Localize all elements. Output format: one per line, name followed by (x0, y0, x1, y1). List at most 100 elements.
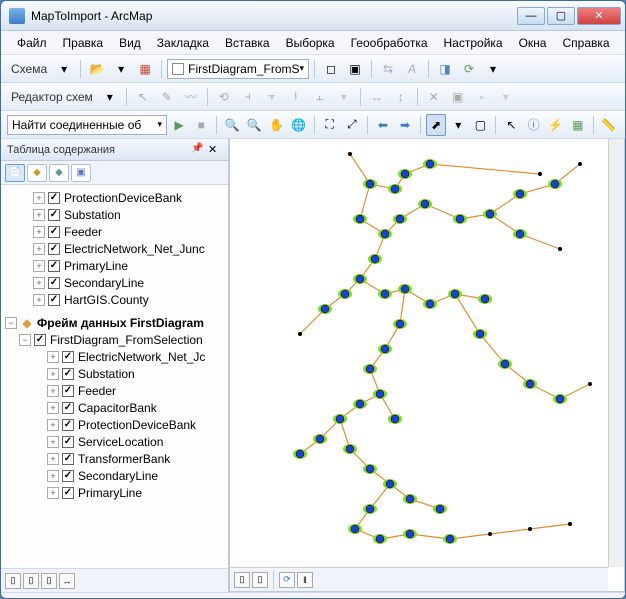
close-toc-icon[interactable]: ✕ (208, 143, 222, 157)
toc-tab-source[interactable]: ◆ (27, 164, 47, 182)
close-button[interactable]: ✕ (577, 7, 621, 25)
next-extent-icon[interactable]: ➡ (395, 114, 415, 136)
menu-geoprocessing[interactable]: Геообработка (343, 33, 436, 53)
menu-bookmarks[interactable]: Закладка (149, 33, 217, 53)
toc-tab-visibility[interactable]: ◆ (49, 164, 69, 182)
identify-icon[interactable]: ⓘ (524, 114, 544, 136)
expand-icon[interactable]: + (47, 419, 59, 431)
layer-checkbox[interactable] (62, 368, 74, 380)
toc-tab-selection[interactable]: ▣ (71, 164, 91, 182)
editor-dropdown-icon[interactable]: ▾ (99, 86, 121, 108)
layer-checkbox[interactable] (48, 294, 60, 306)
expand-icon[interactable]: + (47, 453, 59, 465)
expand-icon[interactable]: + (47, 385, 59, 397)
layer-checkbox[interactable] (62, 385, 74, 397)
group-icon[interactable]: ▣ (447, 86, 469, 108)
menu-selection[interactable]: Выборка (278, 33, 343, 53)
measure-icon[interactable]: 📏 (599, 114, 619, 136)
layout-view-button[interactable]: ▯ (252, 572, 268, 588)
align-center-icon[interactable]: ⫟ (261, 86, 283, 108)
html-popup-icon[interactable]: ▦ (568, 114, 588, 136)
expand-icon[interactable]: + (33, 260, 45, 272)
layer-checkbox[interactable] (48, 277, 60, 289)
layer-checkbox[interactable] (62, 436, 74, 448)
align-top-icon[interactable]: ⫠ (309, 86, 331, 108)
collapse-icon[interactable]: − (5, 317, 17, 329)
menu-view[interactable]: Вид (111, 33, 149, 53)
select-dropdown-icon[interactable]: ▾ (448, 114, 468, 136)
pin-icon[interactable]: 📌 (191, 143, 205, 157)
expand-icon[interactable]: + (33, 243, 45, 255)
propagate-icon[interactable]: ⇆ (377, 58, 399, 80)
expand-icon[interactable]: + (47, 436, 59, 448)
diagram-select[interactable]: FirstDiagram_FromS ▾ (167, 59, 309, 79)
tree-layout-icon[interactable]: ◨ (434, 58, 456, 80)
footer-btn-a[interactable]: ▯ (5, 573, 21, 589)
layer-checkbox[interactable] (48, 192, 60, 204)
find-connected-select[interactable]: Найти соединенные об ▾ (7, 115, 167, 135)
update-diagram-icon[interactable]: ▣ (344, 58, 366, 80)
map-canvas[interactable]: ▯ ▯ ⟳ ‖ (229, 139, 625, 592)
distribute-v-icon[interactable]: ↕ (390, 86, 412, 108)
more-down-icon[interactable]: ▾ (495, 86, 517, 108)
layer-checkbox[interactable] (62, 419, 74, 431)
refresh-icon[interactable]: ⟳ (458, 58, 480, 80)
map-view[interactable]: ▯ ▯ ⟳ ‖ (229, 139, 625, 592)
expand-icon[interactable]: + (33, 226, 45, 238)
rotate-icon[interactable]: ⟲ (213, 86, 235, 108)
menu-edit[interactable]: Правка (55, 33, 112, 53)
align-left-icon[interactable]: ⫞ (237, 86, 259, 108)
fixed-zoom-out-icon[interactable]: ⤢ (342, 114, 362, 136)
layer-checkbox[interactable] (48, 260, 60, 272)
layer-checkbox[interactable] (62, 470, 74, 482)
pan-icon[interactable]: ✋ (266, 114, 286, 136)
expand-icon[interactable]: + (33, 294, 45, 306)
distribute-h-icon[interactable]: ↔ (366, 86, 388, 108)
expand-icon[interactable]: + (47, 402, 59, 414)
open-icon[interactable]: 📂 (86, 58, 108, 80)
stop-icon[interactable]: ■ (191, 114, 211, 136)
maximize-button[interactable]: ▢ (547, 7, 575, 25)
zoom-out-icon[interactable]: 🔍 (244, 114, 264, 136)
zoom-in-icon[interactable]: 🔍 (222, 114, 242, 136)
footer-btn-d[interactable]: ↔ (59, 573, 75, 589)
expand-icon[interactable]: + (33, 209, 45, 221)
align-down-icon[interactable]: ▾ (333, 86, 355, 108)
layer-checkbox[interactable] (48, 209, 60, 221)
layer-checkbox[interactable] (62, 487, 74, 499)
hyperlink-icon[interactable]: ⚡ (546, 114, 566, 136)
layers-icon[interactable]: ▦ (134, 58, 156, 80)
menu-help[interactable]: Справка (554, 33, 617, 53)
collapse-icon[interactable]: − (19, 334, 31, 346)
layer-checkbox[interactable] (48, 243, 60, 255)
move-icon[interactable]: ↖ (132, 86, 154, 108)
layer-checkbox[interactable] (48, 226, 60, 238)
expand-icon[interactable]: + (33, 192, 45, 204)
pause-drawing-button[interactable]: ‖ (297, 572, 313, 588)
clear-selection-icon[interactable]: ▢ (470, 114, 490, 136)
menu-file[interactable]: Файл (9, 33, 55, 53)
layer-tree[interactable]: +ProtectionDeviceBank +Substation +Feede… (1, 185, 228, 568)
toc-tab-drawing-order[interactable]: 📄 (5, 164, 25, 182)
menu-windows[interactable]: Окна (511, 33, 555, 53)
new-diagram-icon[interactable]: ◻ (320, 58, 342, 80)
schema-dropdown-icon[interactable]: ▾ (53, 58, 75, 80)
expand-icon[interactable]: + (47, 368, 59, 380)
expand-icon[interactable]: + (33, 277, 45, 289)
fixed-zoom-in-icon[interactable]: ⛶ (320, 114, 340, 136)
layer-checkbox[interactable] (34, 334, 46, 346)
select-elements-icon[interactable]: ↖ (501, 114, 521, 136)
clear-icon[interactable]: ▫ (471, 86, 493, 108)
prev-extent-icon[interactable]: ⬅ (373, 114, 393, 136)
full-extent-icon[interactable]: 🌐 (289, 114, 309, 136)
trace-icon[interactable]: ▶ (169, 114, 189, 136)
select-features-icon[interactable]: ⬈ (426, 114, 446, 136)
remove-node-icon[interactable]: ✕ (423, 86, 445, 108)
expand-icon[interactable]: + (47, 351, 59, 363)
save-icon[interactable]: ▾ (110, 58, 132, 80)
layer-checkbox[interactable] (62, 453, 74, 465)
expand-icon[interactable]: + (47, 487, 59, 499)
options-dropdown-icon[interactable]: ▾ (482, 58, 504, 80)
edit-vertex-icon[interactable]: ✎ (156, 86, 178, 108)
minimize-button[interactable]: — (517, 7, 545, 25)
